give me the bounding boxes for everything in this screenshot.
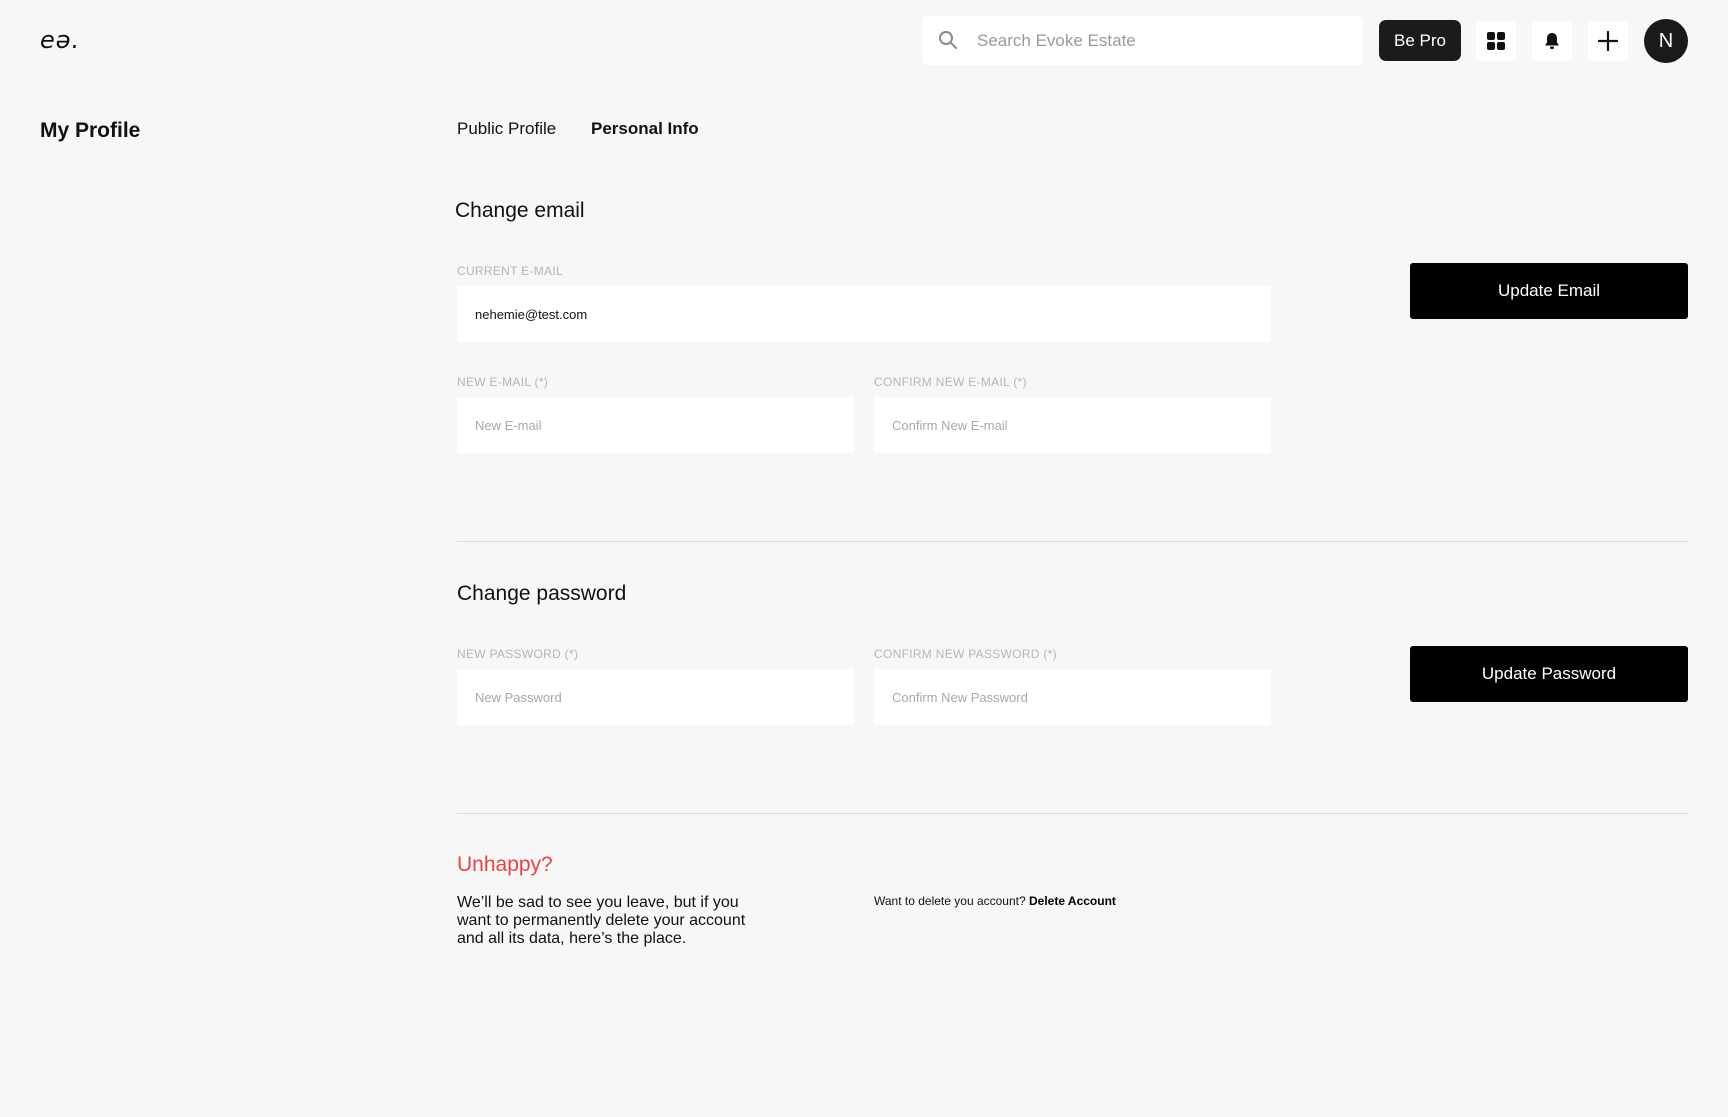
confirm-password-label: CONFIRM NEW PASSWORD (*): [874, 647, 1057, 661]
change-password-title: Change password: [457, 582, 627, 605]
current-email-label: CURRENT E-MAIL: [457, 264, 563, 278]
tab-personal-info[interactable]: Personal Info: [591, 119, 699, 139]
search-icon: [939, 31, 957, 49]
apps-button[interactable]: [1476, 21, 1516, 61]
add-button[interactable]: [1588, 21, 1628, 61]
change-email-title: Change email: [455, 199, 585, 222]
confirm-email-field[interactable]: [874, 397, 1271, 453]
delete-description: We’ll be sad to see you leave, but if yo…: [457, 894, 746, 947]
section-divider: [457, 541, 1688, 542]
plus-icon: [1598, 31, 1618, 51]
new-email-label: NEW E-MAIL (*): [457, 375, 549, 389]
delete-account-link[interactable]: Delete Account: [1029, 894, 1116, 908]
current-email-field[interactable]: [457, 286, 1271, 342]
delete-account-row: Want to delete you account? Delete Accou…: [874, 894, 1116, 908]
update-password-button[interactable]: Update Password: [1410, 646, 1688, 702]
bell-icon: [1545, 33, 1559, 49]
delete-prompt: Want to delete you account?: [874, 894, 1026, 908]
new-password-label: NEW PASSWORD (*): [457, 647, 579, 661]
confirm-password-field[interactable]: [874, 669, 1271, 725]
new-email-field[interactable]: [457, 397, 854, 453]
notifications-button[interactable]: [1532, 21, 1572, 61]
grid-icon: [1487, 32, 1505, 50]
user-avatar[interactable]: N: [1644, 19, 1688, 63]
confirm-email-label: CONFIRM NEW E-MAIL (*): [874, 375, 1027, 389]
search-input[interactable]: [977, 16, 1347, 65]
update-email-button[interactable]: Update Email: [1410, 263, 1688, 319]
tab-public-profile[interactable]: Public Profile: [457, 119, 556, 139]
be-pro-button[interactable]: Be Pro: [1379, 20, 1461, 61]
page-title: My Profile: [40, 119, 141, 142]
unhappy-title: Unhappy?: [457, 853, 553, 876]
section-divider: [457, 813, 1688, 814]
new-password-field[interactable]: [457, 669, 854, 725]
search-bar[interactable]: [922, 16, 1363, 65]
app-logo[interactable]: eə.: [40, 26, 80, 54]
